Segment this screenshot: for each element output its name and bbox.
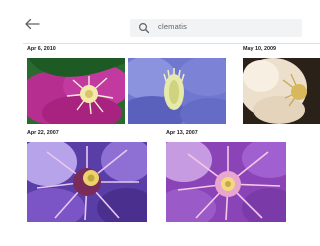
photo-thumbnail[interactable]: [243, 58, 320, 124]
back-button[interactable]: [23, 17, 41, 31]
arrow-back-icon: [25, 18, 40, 30]
date-heading: Apr 6, 2010: [27, 46, 56, 52]
header-divider: [23, 43, 320, 44]
top-app-bar: clematis: [0, 0, 320, 42]
search-icon: [138, 22, 150, 34]
date-heading: Apr 13, 2007: [166, 130, 198, 136]
date-heading: May 10, 2009: [243, 46, 276, 52]
photo-thumbnail[interactable]: [27, 58, 125, 124]
date-heading: Apr 22, 2007: [27, 130, 59, 136]
search-field[interactable]: clematis: [130, 19, 302, 37]
search-query-text: clematis: [158, 22, 188, 31]
photo-thumbnail[interactable]: [128, 58, 226, 124]
photo-thumbnail[interactable]: [166, 142, 286, 222]
photo-thumbnail[interactable]: [27, 142, 147, 222]
